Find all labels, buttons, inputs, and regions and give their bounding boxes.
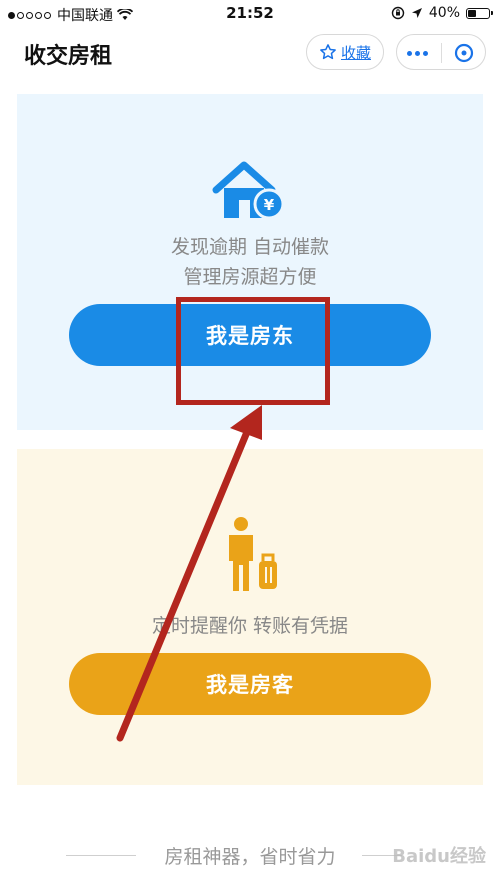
landlord-line-1: 发现逾期 自动催款 — [170, 236, 330, 258]
status-bar: 中国联通 21:52 40% — [0, 0, 500, 26]
battery-icon — [466, 7, 493, 19]
tenant-card: 定时提醒你 转账有凭据 我是房客 — [17, 449, 483, 785]
page-title: 收交房租 — [24, 44, 113, 69]
battery-percent: 40% — [428, 5, 460, 21]
traveler-luggage-icon — [229, 517, 277, 591]
house-yen-icon: ¥ — [212, 161, 285, 220]
favorite-button[interactable]: 收藏 — [306, 34, 384, 70]
annotation-highlight-box — [176, 297, 330, 405]
favorite-label: 收藏 — [340, 43, 371, 62]
close-mini-program-icon[interactable] — [453, 42, 475, 64]
landlord-line-2: 管理房源超方便 — [183, 266, 317, 288]
star-icon — [320, 44, 336, 60]
more-icon[interactable] — [407, 51, 428, 56]
tenant-line-1: 定时提醒你 转账有凭据 — [151, 615, 349, 637]
status-right: 40% — [391, 5, 493, 21]
orientation-lock-icon — [391, 6, 405, 20]
location-icon — [411, 8, 422, 18]
nav-bar: 收交房租 收藏 — [0, 26, 500, 80]
capsule-divider — [441, 43, 442, 63]
baidu-watermark: Baidu经验 — [392, 846, 486, 867]
tenant-button[interactable]: 我是房客 — [69, 653, 431, 715]
mini-program-capsule — [396, 34, 486, 70]
svg-text:¥: ¥ — [264, 196, 275, 214]
